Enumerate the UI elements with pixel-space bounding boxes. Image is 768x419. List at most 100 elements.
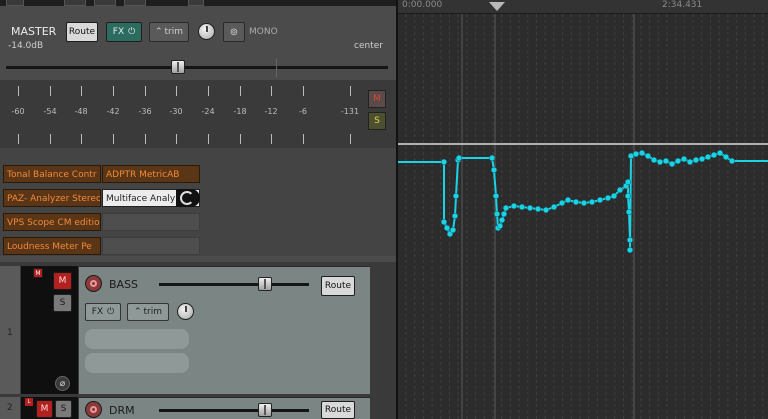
track-route-button[interactable]: Route <box>321 401 355 419</box>
track-number-column[interactable]: 1 <box>0 266 20 394</box>
fx-slot-empty[interactable] <box>102 213 200 231</box>
track-number: 2 <box>7 403 13 413</box>
record-arm-icon[interactable] <box>85 401 102 418</box>
master-trim-button[interactable]: ⌃ trim <box>149 22 189 42</box>
envelope-point <box>493 210 501 218</box>
track-mute-button[interactable]: M <box>36 400 53 418</box>
meter-label: -30 <box>169 107 183 116</box>
mute-indicator-icon: M <box>33 268 43 278</box>
solo-label: S <box>59 298 66 308</box>
envelope-point <box>502 204 510 212</box>
track-name[interactable]: DRM <box>109 404 135 417</box>
track-fx-button[interactable]: FX ⏻ <box>85 303 121 321</box>
fx-slot[interactable]: PAZ- Analyzer Stereo <box>3 189 101 207</box>
envelope-point <box>668 160 676 168</box>
meter-tick <box>303 86 304 96</box>
track-pan-knob[interactable] <box>177 303 194 320</box>
mute-label: M <box>58 276 67 286</box>
envelope-point <box>650 156 658 164</box>
fx-slot[interactable]: VPS Scope CM editio <box>3 213 101 231</box>
meter-peak-readout: -131 <box>340 107 360 116</box>
playhead-marker-icon[interactable] <box>489 2 505 11</box>
track-volume-fader-cap[interactable] <box>258 277 272 291</box>
timeline-ruler[interactable]: 0:00.000 2:34.431 <box>398 0 768 14</box>
track-number-column[interactable]: 2 <box>0 397 20 419</box>
envelope-icon: ⌃ <box>154 27 163 37</box>
stereo-circles-icon: ⊚ <box>229 26 239 38</box>
master-fx-button[interactable]: FX ⏻ <box>106 22 142 42</box>
envelope-point <box>440 158 448 166</box>
mono-label: MONO <box>249 27 278 37</box>
master-mute-button[interactable]: M <box>368 90 386 108</box>
envelope-point <box>500 210 508 218</box>
master-volume-readout: -14.0dB <box>8 41 44 51</box>
phase-invert-button[interactable]: ⌀ <box>55 376 70 391</box>
envelope-point <box>534 205 542 213</box>
record-arm-icon[interactable] <box>85 275 102 292</box>
meter-tick <box>240 86 241 96</box>
track-volume-fader-track[interactable] <box>159 409 309 412</box>
envelope-point <box>451 212 459 220</box>
envelope-point <box>692 156 700 164</box>
fx-wet-knob[interactable] <box>176 189 200 207</box>
fx-slot[interactable]: Tonal Balance Contr <box>3 165 101 183</box>
envelope-point <box>518 203 526 211</box>
trim-label: trim <box>164 27 184 37</box>
master-pan-readout: center <box>354 41 383 51</box>
envelope-point <box>440 218 448 226</box>
track-fx-slot-empty[interactable] <box>85 353 189 373</box>
phase-icon: ⌀ <box>59 378 66 389</box>
meter-tick <box>350 134 351 144</box>
ruler-time-start: 0:00.000 <box>402 0 443 10</box>
arrange-view[interactable]: 0:00.000 2:34.431 <box>398 0 768 419</box>
master-volume-fader-track[interactable] <box>6 66 388 69</box>
meter-tick <box>18 86 19 96</box>
master-solo-button[interactable]: S <box>368 112 386 130</box>
envelope-point <box>626 246 634 254</box>
fx-slot[interactable]: Loudness Meter Pe <box>3 237 101 255</box>
track-mute-button[interactable]: M <box>53 272 72 290</box>
meter-label: -24 <box>201 107 215 116</box>
meter-tick <box>208 86 209 96</box>
meter-label: -54 <box>43 107 57 116</box>
track-name[interactable]: BASS <box>109 278 138 291</box>
track-solo-button[interactable]: S <box>53 294 72 312</box>
master-fx-chain: Tonal Balance Contr ADPTR MetricAB PAZ- … <box>0 148 396 256</box>
track-volume-fader-track[interactable] <box>159 283 309 286</box>
fx-slot[interactable]: ADPTR MetricAB <box>102 165 200 183</box>
envelope-point <box>596 196 604 204</box>
meter-tick <box>50 86 51 96</box>
track-control-panel: BASS Route FX ⏻ ⌃ trim <box>79 266 370 394</box>
envelope-point <box>580 199 588 207</box>
envelope-point <box>492 192 500 200</box>
master-volume-fader-cap[interactable] <box>171 60 185 74</box>
envelope-point <box>698 155 706 163</box>
envelope-point <box>496 222 504 230</box>
meter-label: -18 <box>233 107 247 116</box>
meter-tick <box>350 86 351 96</box>
envelope-point <box>686 158 694 166</box>
envelope-point <box>638 149 646 157</box>
solo-label: S <box>374 116 380 126</box>
master-name: MASTER <box>11 25 57 38</box>
envelope-point <box>656 158 664 166</box>
meter-label: -36 <box>138 107 152 116</box>
envelope-point <box>624 192 632 200</box>
track-fx-slot-empty[interactable] <box>85 329 189 349</box>
master-route-button[interactable]: Route <box>66 22 98 42</box>
envelope-point <box>588 198 596 206</box>
meter-tick <box>81 86 82 96</box>
envelope-point <box>510 202 518 210</box>
meter-tick <box>113 86 114 96</box>
fx-slot-empty[interactable] <box>102 237 200 255</box>
track-route-button[interactable]: Route <box>321 276 355 296</box>
track-solo-button[interactable]: S <box>55 400 72 418</box>
meter-label: -6 <box>299 107 307 116</box>
track-trim-button[interactable]: ⌃ trim <box>127 303 169 321</box>
master-pan-knob[interactable] <box>198 23 215 40</box>
meter-label: -48 <box>74 107 88 116</box>
envelope-point <box>674 157 682 165</box>
meter-tick <box>145 86 146 96</box>
track-volume-fader-cap[interactable] <box>258 403 272 417</box>
master-mono-button[interactable]: ⊚ <box>223 22 245 42</box>
